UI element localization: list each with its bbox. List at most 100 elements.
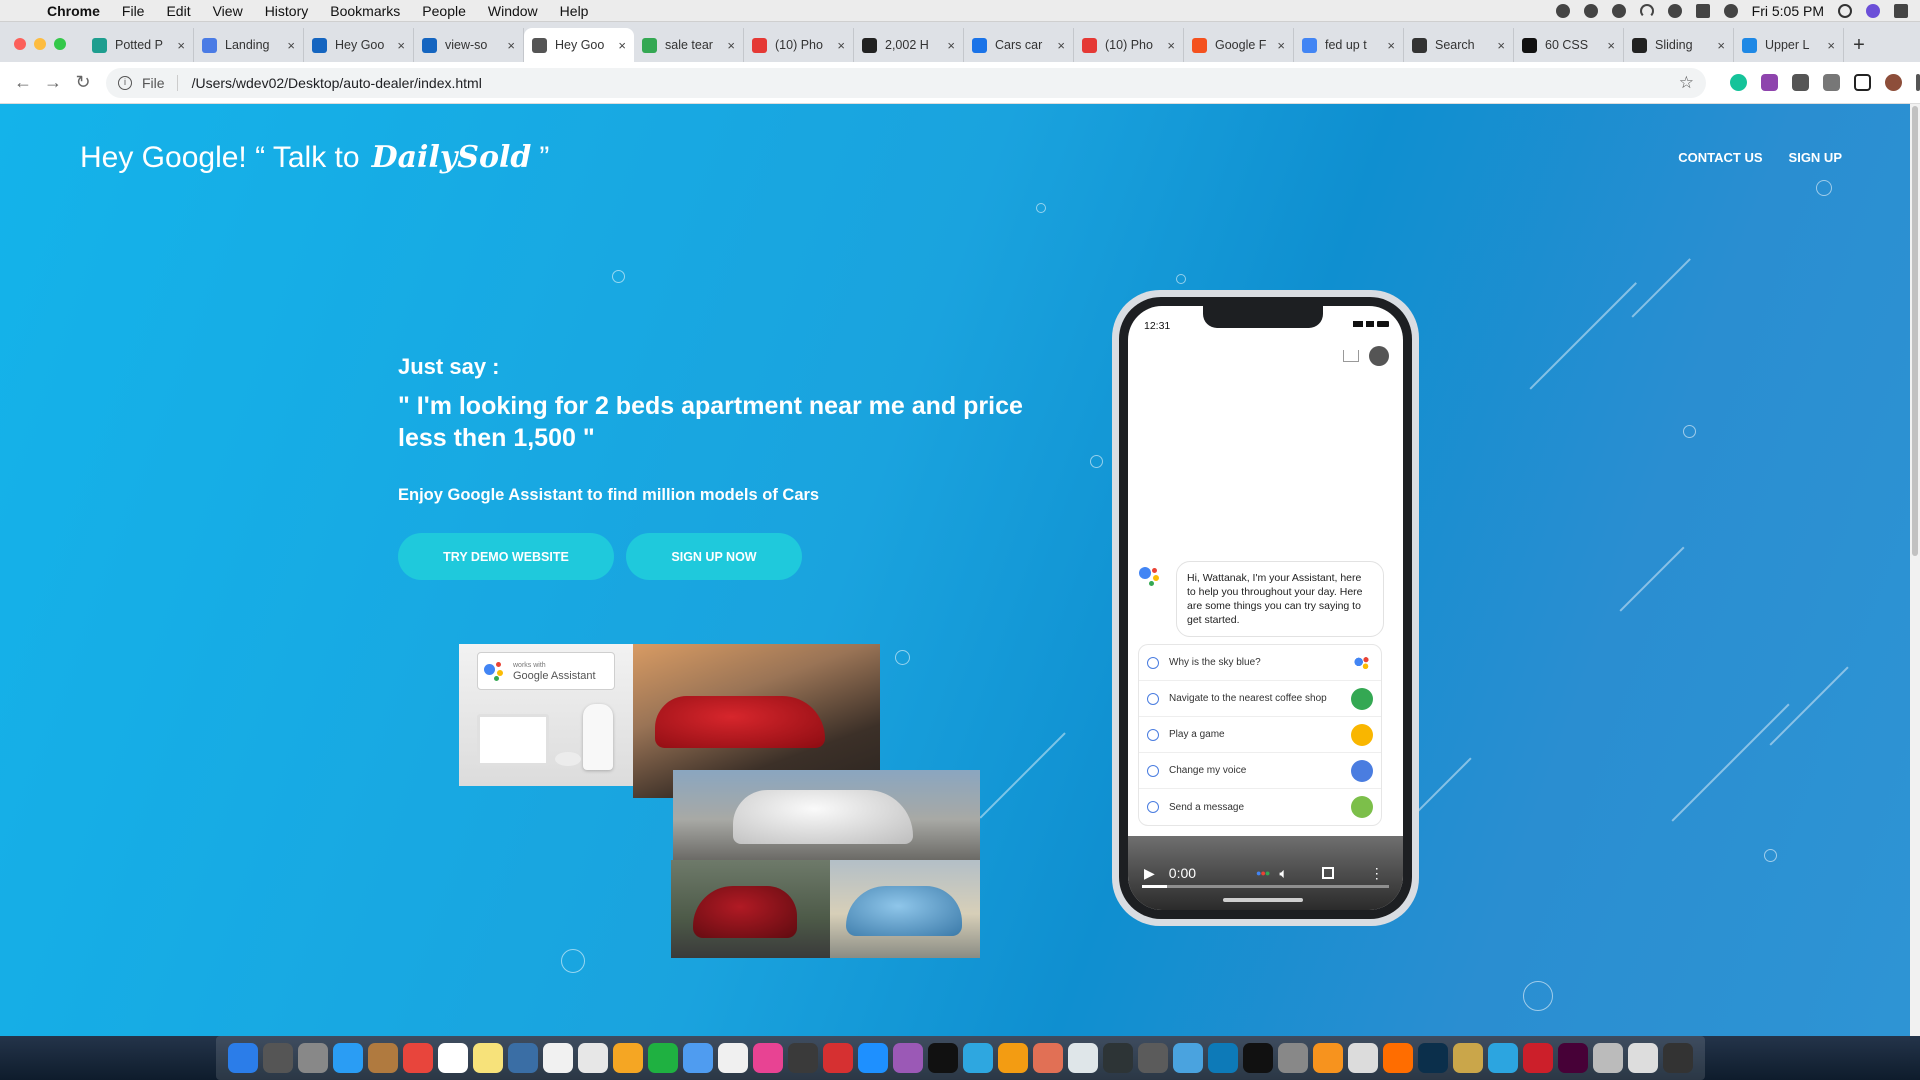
telegram-icon[interactable] bbox=[1312, 1043, 1343, 1073]
finder-icon[interactable] bbox=[227, 1043, 258, 1073]
browser-tab[interactable]: sale tear × bbox=[634, 28, 744, 62]
volume-control-icon[interactable]: 🔈︎ bbox=[1279, 865, 1287, 882]
menu-help[interactable]: Help bbox=[549, 0, 600, 22]
tab-close-icon[interactable]: × bbox=[1607, 38, 1615, 53]
tab-close-icon[interactable]: × bbox=[1057, 38, 1065, 53]
system-preferences-icon[interactable] bbox=[997, 1043, 1028, 1073]
suggestion-item[interactable]: Play a game bbox=[1139, 717, 1381, 753]
folder-icon[interactable] bbox=[1487, 1043, 1518, 1073]
scrollbar-thumb[interactable] bbox=[1912, 106, 1918, 556]
photos-dock-icon[interactable] bbox=[577, 1043, 608, 1073]
stack-icon[interactable] bbox=[927, 1043, 958, 1073]
tab-close-icon[interactable]: × bbox=[1277, 38, 1285, 53]
color-picker-icon[interactable] bbox=[1761, 74, 1778, 91]
play-icon[interactable]: ▶ bbox=[1144, 865, 1155, 882]
suggestion-item[interactable]: Change my voice bbox=[1139, 753, 1381, 789]
itunes-icon[interactable] bbox=[752, 1043, 783, 1073]
tab-close-icon[interactable]: × bbox=[1497, 38, 1505, 53]
fullscreen-icon[interactable] bbox=[1321, 867, 1334, 879]
safari-icon[interactable] bbox=[332, 1043, 363, 1073]
inbox-icon[interactable] bbox=[1343, 350, 1359, 362]
chrome-dock-icon[interactable] bbox=[402, 1043, 433, 1073]
menu-bookmarks[interactable]: Bookmarks bbox=[319, 0, 411, 22]
menu-view[interactable]: View bbox=[202, 0, 254, 22]
menu-app-name[interactable]: Chrome bbox=[36, 0, 111, 22]
address-url[interactable]: /Users/wdev02/Desktop/auto-dealer/index.… bbox=[192, 75, 482, 91]
document-icon[interactable] bbox=[1522, 1043, 1553, 1073]
sign-up-now-button[interactable]: SIGN UP NOW bbox=[626, 533, 802, 580]
layers-extension-icon[interactable] bbox=[1792, 74, 1809, 91]
browser-tab[interactable]: Landing × bbox=[194, 28, 304, 62]
suggestion-item[interactable]: Navigate to the nearest coffee shop bbox=[1139, 681, 1381, 717]
document-icon[interactable] bbox=[1557, 1043, 1588, 1073]
tab-close-icon[interactable]: × bbox=[837, 38, 845, 53]
trash-icon[interactable] bbox=[1662, 1043, 1693, 1073]
screenshot-icon[interactable] bbox=[1417, 1043, 1448, 1073]
minimize-window-button[interactable] bbox=[34, 38, 46, 50]
menu-file[interactable]: File bbox=[111, 0, 156, 22]
preview-doc-icon[interactable] bbox=[1452, 1043, 1483, 1073]
zoom-window-button[interactable] bbox=[54, 38, 66, 50]
contacts-icon[interactable] bbox=[367, 1043, 398, 1073]
address-bar[interactable]: i File /Users/wdev02/Desktop/auto-dealer… bbox=[106, 67, 1706, 98]
back-arrow-icon[interactable]: ← bbox=[8, 72, 38, 93]
photoshop-icon[interactable] bbox=[1242, 1043, 1273, 1073]
tab-close-icon[interactable]: × bbox=[177, 38, 185, 53]
volume-icon[interactable] bbox=[1723, 4, 1738, 18]
contact-us-link[interactable]: CONTACT US bbox=[1678, 150, 1762, 165]
xd-icon[interactable] bbox=[1382, 1043, 1413, 1073]
eject-icon[interactable] bbox=[1667, 4, 1682, 18]
illustrator-icon[interactable] bbox=[1207, 1043, 1238, 1073]
tab-close-icon[interactable]: × bbox=[1827, 38, 1835, 53]
tab-close-icon[interactable]: × bbox=[1717, 38, 1725, 53]
sign-up-link[interactable]: SIGN UP bbox=[1789, 150, 1842, 165]
grammarly-icon[interactable] bbox=[1730, 74, 1747, 91]
browser-tab[interactable]: Upper L × bbox=[1734, 28, 1844, 62]
browser-tab[interactable]: 60 CSS × bbox=[1514, 28, 1624, 62]
siri-icon[interactable] bbox=[1866, 4, 1880, 18]
bookmark-star-icon[interactable]: ☆ bbox=[1679, 73, 1694, 93]
skype-icon[interactable] bbox=[857, 1043, 888, 1073]
vscode-icon[interactable] bbox=[1032, 1043, 1063, 1073]
tab-close-icon[interactable]: × bbox=[1387, 38, 1395, 53]
pages-icon[interactable] bbox=[717, 1043, 748, 1073]
podcasts-icon[interactable] bbox=[787, 1043, 818, 1073]
site-info-icon[interactable]: i bbox=[118, 75, 132, 90]
facetime-icon[interactable] bbox=[682, 1043, 713, 1073]
browser-tab[interactable]: 2,002 H × bbox=[854, 28, 964, 62]
tab-close-icon[interactable]: × bbox=[397, 38, 405, 53]
books-icon[interactable] bbox=[892, 1043, 923, 1073]
terminal-icon[interactable] bbox=[1067, 1043, 1098, 1073]
suggestion-item[interactable]: Why is the sky blue? bbox=[1139, 645, 1381, 681]
compass-icon[interactable] bbox=[1369, 346, 1389, 366]
creative-cloud-icon[interactable] bbox=[1611, 4, 1626, 18]
creative-cloud-dock-icon[interactable] bbox=[1347, 1043, 1378, 1073]
calendar-icon[interactable] bbox=[437, 1043, 468, 1073]
site-brand[interactable]: Hey Google! “ Talk to DailySold ” bbox=[80, 140, 549, 175]
tab-close-icon[interactable]: × bbox=[947, 38, 955, 53]
browser-tab[interactable]: Cars car × bbox=[964, 28, 1074, 62]
menu-edit[interactable]: Edit bbox=[155, 0, 201, 22]
tab-close-icon[interactable]: × bbox=[1167, 38, 1175, 53]
video-progress-bar[interactable] bbox=[1142, 885, 1389, 888]
messages-dock-icon[interactable] bbox=[647, 1043, 678, 1073]
chrome-menu-icon[interactable] bbox=[1916, 74, 1920, 91]
apple-tv-icon[interactable] bbox=[822, 1043, 853, 1073]
more-options-icon[interactable]: ⋮ bbox=[1370, 865, 1384, 882]
document-icon[interactable] bbox=[1627, 1043, 1658, 1073]
wifi-icon[interactable] bbox=[1639, 4, 1654, 18]
browser-tab[interactable]: Hey Goo × bbox=[304, 28, 414, 62]
document-icon[interactable] bbox=[1592, 1043, 1623, 1073]
siri-dock-icon[interactable] bbox=[262, 1043, 293, 1073]
check-icon[interactable] bbox=[1583, 4, 1598, 18]
browser-tab[interactable]: Sliding × bbox=[1624, 28, 1734, 62]
tab-close-icon[interactable]: × bbox=[618, 38, 626, 53]
notification-icon[interactable] bbox=[1555, 4, 1570, 18]
suggestion-item[interactable]: Send a message bbox=[1139, 789, 1381, 825]
menu-window[interactable]: Window bbox=[477, 0, 549, 22]
browser-tab[interactable]: Potted P × bbox=[84, 28, 194, 62]
sequel-icon[interactable] bbox=[1102, 1043, 1133, 1073]
menu-history[interactable]: History bbox=[254, 0, 320, 22]
forward-arrow-icon[interactable]: → bbox=[38, 72, 68, 93]
tab-close-icon[interactable]: × bbox=[727, 38, 735, 53]
